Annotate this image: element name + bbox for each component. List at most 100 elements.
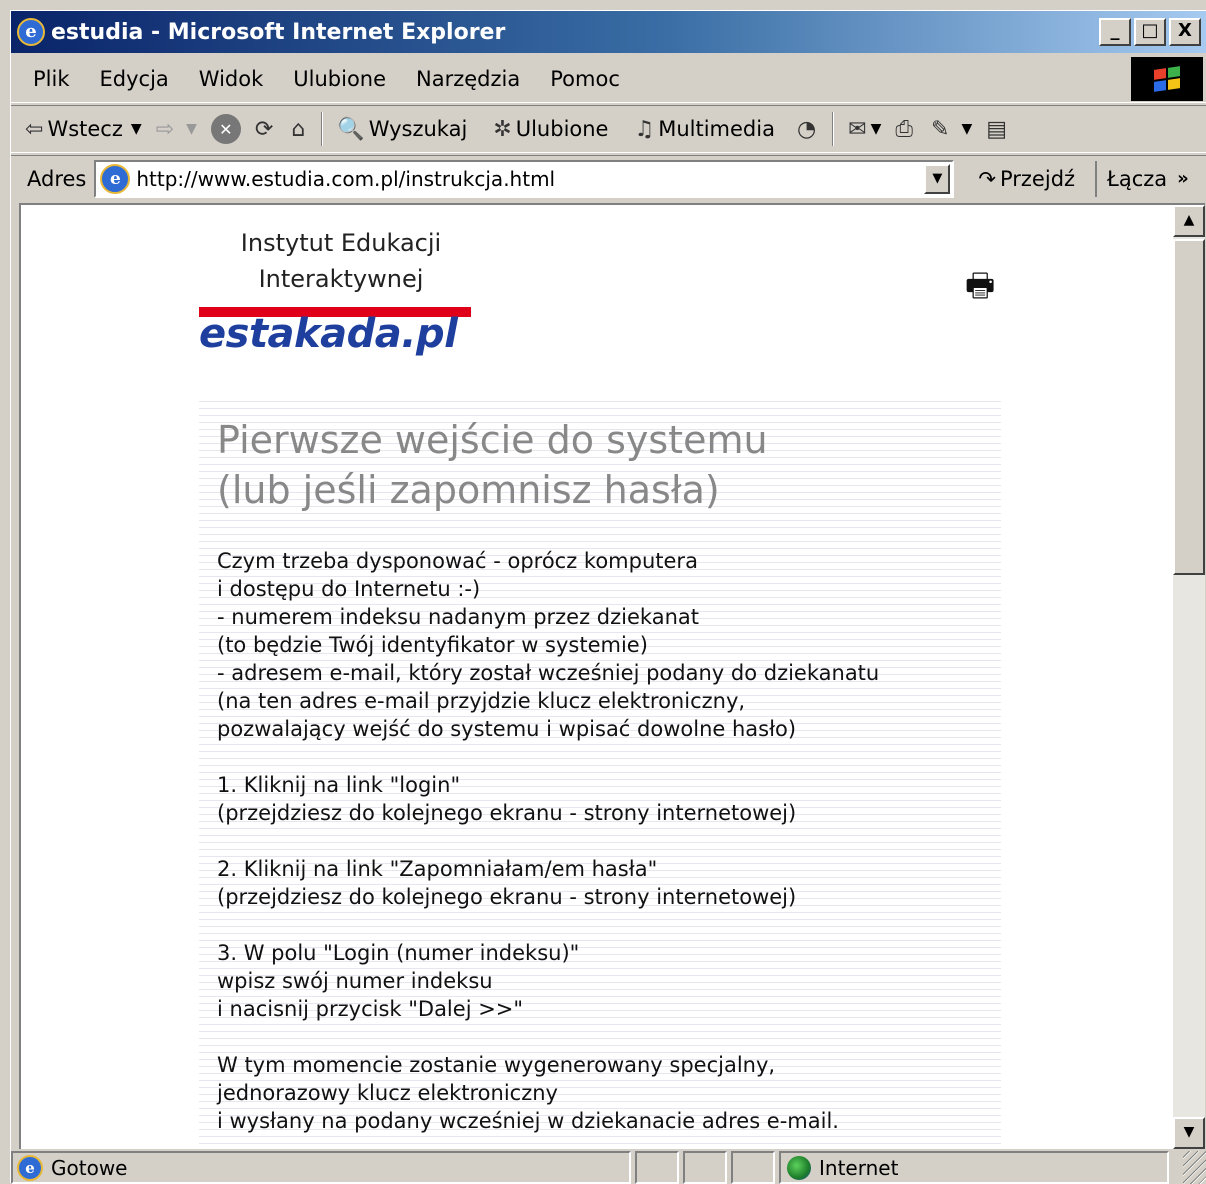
menu-edit[interactable]: Edycja — [100, 67, 169, 91]
status-text: Gotowe — [51, 1155, 128, 1180]
page-viewport[interactable]: Instytut Edukacji Interaktywnej 🖶 estaka… — [19, 203, 1205, 1149]
home-icon: ⌂ — [291, 116, 306, 142]
page-done-icon: e — [17, 1154, 43, 1181]
chevron-down-icon[interactable]: ▼ — [871, 121, 882, 137]
institute-line-2: Interaktywnej — [258, 265, 424, 293]
heading-line-2: (lub jeśli zapomnisz hasła) — [217, 468, 720, 512]
page-icon: e — [100, 163, 131, 194]
chevron-down-icon[interactable]: ▼ — [961, 121, 972, 137]
logo-text: estakada.pl — [199, 311, 458, 357]
text-line: i wysłany na podany wcześniej w dziekana… — [217, 1109, 839, 1133]
edit-icon: ✎ — [931, 116, 950, 142]
instructions-block: Pierwsze wejście do systemu (lub jeśli z… — [199, 395, 1001, 1149]
text-line: (to będzie Twój identyfikator w systemie… — [217, 633, 648, 657]
media-icon: ♫ — [634, 116, 655, 142]
text-line: (na ten adres e-mail przyjdzie klucz ele… — [217, 689, 746, 713]
text-line: wpisz swój numer indeksu — [217, 969, 493, 993]
close-button[interactable]: X — [1169, 18, 1201, 46]
links-button[interactable]: Łącza » — [1095, 160, 1189, 197]
status-panel — [683, 1151, 727, 1184]
favorites-button[interactable]: ✲ Ulubione — [493, 117, 608, 142]
window-title: estudia - Microsoft Internet Explorer — [51, 19, 506, 45]
refresh-icon: ⟳ — [254, 116, 274, 142]
history-icon: ◔ — [796, 116, 817, 142]
back-button[interactable]: ⇦ Wstecz ▼ — [25, 117, 142, 142]
print-icon: ⎙ — [895, 116, 913, 142]
edit-button[interactable]: ✎ ▼ — [931, 117, 972, 142]
menu-tools[interactable]: Narzędzia — [416, 67, 520, 91]
heading-line-1: Pierwsze wejście do systemu — [217, 418, 768, 462]
standard-toolbar: ⇦ Wstecz ▼ ⇨ ▼ ✕ ⟳ ⌂ 🔍 Wyszukaj ✲ Ulubio… — [11, 105, 1206, 153]
mail-button[interactable]: ✉ ▼ — [848, 117, 881, 142]
address-dropdown-button[interactable]: ▼ — [924, 163, 951, 194]
favorites-folder-icon: ✲ — [493, 116, 512, 142]
text-line: - numerem indeksu nadanym przez dziekana… — [217, 605, 699, 629]
print-button[interactable]: ⎙ — [895, 117, 917, 142]
status-panel — [731, 1151, 775, 1184]
search-button[interactable]: 🔍 Wyszukaj — [337, 117, 467, 142]
scroll-up-button[interactable]: ▲ — [1173, 205, 1205, 237]
text-line: 1. Kliknij na link "login" — [217, 773, 461, 797]
discuss-button[interactable]: ▤ — [986, 117, 1011, 142]
scroll-thumb[interactable] — [1173, 239, 1205, 575]
menu-help[interactable]: Pomoc — [550, 67, 620, 91]
maximize-button[interactable]: □ — [1134, 18, 1166, 46]
status-bar: e Gotowe Internet — [11, 1151, 1206, 1184]
media-button[interactable]: ♫ Multimedia — [634, 117, 774, 142]
resize-grip[interactable] — [1183, 1151, 1206, 1184]
estakada-logo[interactable]: estakada.pl — [199, 307, 471, 359]
links-label: Łącza — [1107, 166, 1168, 191]
go-arrow-icon: ↷ — [978, 166, 996, 191]
address-url[interactable]: http://www.estudia.com.pl/instrukcja.htm… — [136, 167, 555, 191]
forward-button[interactable]: ⇨ ▼ — [156, 117, 197, 142]
text-line: 3. W polu "Login (numer indeksu)" — [217, 941, 580, 965]
instructions-text: Czym trzeba dysponować - oprócz komputer… — [217, 547, 1001, 1135]
menu-bar: Plik Edycja Widok Ulubione Narzędzia Pom… — [11, 55, 1206, 103]
windows-logo-icon — [1131, 57, 1203, 101]
text-line — [217, 743, 1001, 771]
vertical-scrollbar[interactable]: ▲ ▼ — [1173, 205, 1205, 1149]
security-zone-cell: Internet — [779, 1151, 1169, 1184]
page-heading: Pierwsze wejście do systemu (lub jeśli z… — [217, 415, 1001, 515]
title-bar[interactable]: e estudia - Microsoft Internet Explorer … — [11, 11, 1206, 53]
menu-view[interactable]: Widok — [199, 67, 263, 91]
menu-favorites[interactable]: Ulubione — [293, 67, 386, 91]
address-label: Adres — [27, 166, 87, 191]
mail-icon: ✉ — [848, 116, 867, 142]
back-arrow-icon: ⇦ — [25, 116, 44, 142]
text-line: Czym trzeba dysponować - oprócz komputer… — [217, 549, 698, 573]
text-line: i dostępu do Internetu :-) — [217, 577, 481, 601]
text-line: (przejdziesz do kolejnego ekranu - stron… — [217, 801, 797, 825]
go-label: Przejdź — [999, 166, 1076, 191]
chevron-down-icon[interactable]: ▼ — [131, 121, 142, 137]
favorites-label: Ulubione — [515, 117, 609, 141]
links-more[interactable]: » — [1177, 168, 1189, 189]
text-line — [217, 827, 1001, 855]
text-line: pozwalający wejść do systemu i wpisać do… — [217, 717, 797, 741]
ie-logo-icon[interactable]: e — [17, 18, 45, 46]
search-icon: 🔍 — [337, 116, 365, 142]
chevron-down-icon[interactable]: ▼ — [186, 121, 197, 137]
refresh-button[interactable]: ⟳ — [255, 117, 277, 142]
menu-file[interactable]: Plik — [33, 67, 70, 91]
text-line: - adresem e-mail, który został wcześniej… — [217, 661, 880, 685]
printer-icon[interactable]: 🖶 — [965, 263, 995, 317]
zone-label: Internet — [819, 1155, 899, 1180]
text-line: 2. Kliknij na link "Zapomniałam/em hasła… — [217, 857, 658, 881]
document-icon: ▤ — [986, 116, 1008, 142]
minimize-button[interactable]: _ — [1099, 18, 1131, 46]
back-label: Wstecz — [47, 117, 123, 141]
scroll-down-button[interactable]: ▼ — [1173, 1117, 1205, 1149]
status-text-cell: e Gotowe — [11, 1151, 631, 1184]
internet-globe-icon — [787, 1155, 811, 1180]
search-label: Wyszukaj — [368, 117, 468, 141]
history-button[interactable]: ◔ — [797, 117, 820, 142]
address-input[interactable]: e http://www.estudia.com.pl/instrukcja.h… — [94, 159, 955, 198]
go-button[interactable]: ↷ Przejdź — [978, 167, 1075, 191]
stop-button[interactable]: ✕ — [210, 114, 241, 144]
institute-line-1: Instytut Edukacji — [240, 229, 442, 257]
stop-icon: ✕ — [210, 114, 241, 144]
text-line: W tym momencie zostanie wygenerowany spe… — [217, 1053, 776, 1077]
home-button[interactable]: ⌂ — [291, 117, 309, 142]
browser-window: e estudia - Microsoft Internet Explorer … — [10, 10, 1206, 1184]
